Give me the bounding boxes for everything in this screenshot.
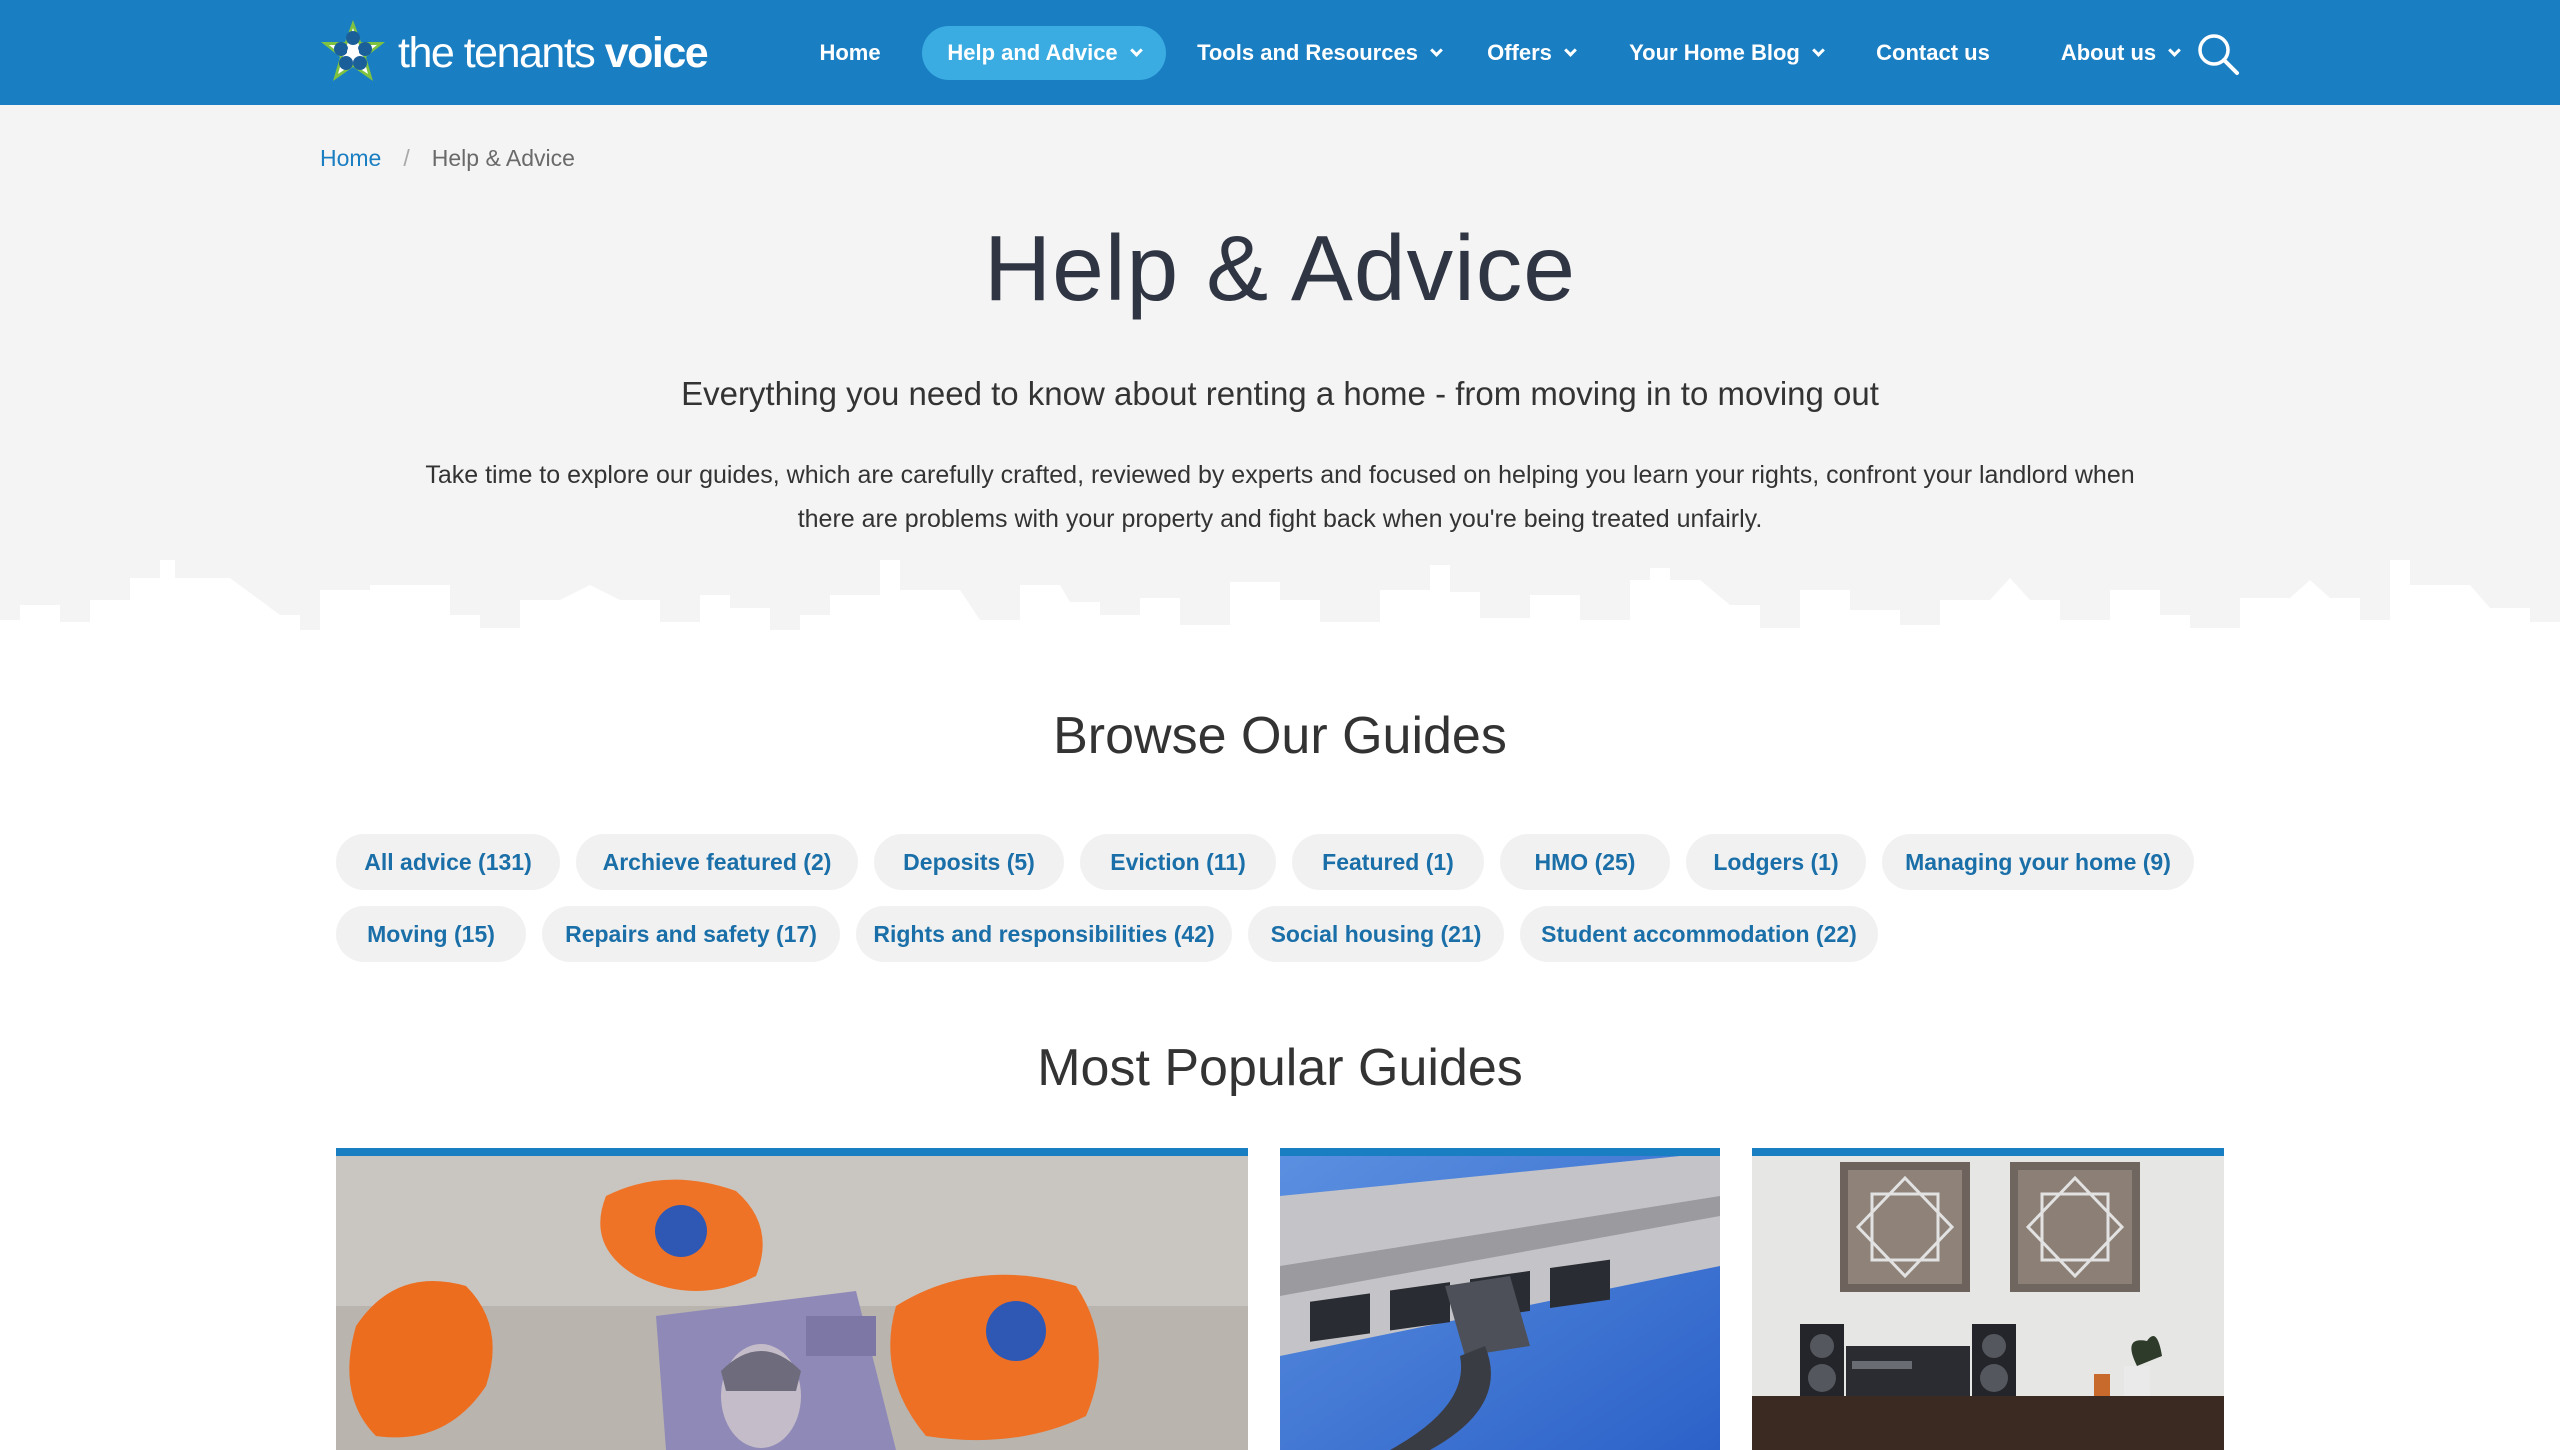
popular-guide-card-2[interactable] <box>1280 1148 1720 1450</box>
broken-piggy-bank-banknote-image <box>336 1156 1248 1450</box>
living-room-stereo-artwork-image <box>1752 1156 2224 1450</box>
breadcrumb: Home / Help & Advice <box>320 145 575 172</box>
browse-guides-heading: Browse Our Guides <box>1053 707 1507 765</box>
chevron-down-icon <box>2168 43 2182 57</box>
intro-paragraph: Take time to explore our guides, which a… <box>425 461 2135 533</box>
breadcrumb-current: Help & Advice <box>431 145 575 171</box>
category-chip-managing-your-home[interactable]: Managing your home (9) <box>1882 834 2194 890</box>
search-icon[interactable] <box>2196 32 2240 76</box>
category-chip-eviction[interactable]: Eviction (11) <box>1080 834 1276 890</box>
page-title: Help & Advice <box>984 216 1576 320</box>
category-chip-hmo[interactable]: HMO (25) <box>1500 834 1670 890</box>
nav-item-tools-and-resources[interactable]: Tools and Resources <box>1192 26 1446 80</box>
category-chip-archieve-featured[interactable]: Archieve featured (2) <box>576 834 858 890</box>
ethernet-cable-router-image <box>1280 1156 1720 1450</box>
nav-item-offers[interactable]: Offers <box>1476 26 1586 80</box>
chevron-down-icon <box>1811 43 1825 57</box>
nav-item-your-home-blog[interactable]: Your Home Blog <box>1622 26 1830 80</box>
breadcrumb-home-link[interactable]: Home <box>320 145 381 172</box>
site-logo[interactable]: the tenants voice <box>318 18 709 88</box>
nav-item-help-and-advice[interactable]: Help and Advice <box>922 26 1166 80</box>
category-chip-rights-and-responsibilities[interactable]: Rights and responsibilities (42) <box>856 906 1232 962</box>
category-chip-deposits[interactable]: Deposits (5) <box>874 834 1064 890</box>
logo-flower-icon <box>321 20 385 81</box>
chevron-down-icon <box>1430 43 1443 57</box>
nav-item-home[interactable]: Home <box>800 26 900 80</box>
hero-section: Home / Help & Advice Help & Advice Every… <box>0 105 2560 710</box>
category-chip-student-accommodation[interactable]: Student accommodation (22) <box>1520 906 1878 962</box>
page-subtitle: Everything you need to know about rentin… <box>681 375 1879 412</box>
category-chip-lodgers[interactable]: Lodgers (1) <box>1686 834 1866 890</box>
chevron-down-icon <box>1564 43 1577 57</box>
breadcrumb-separator: / <box>403 145 410 171</box>
category-chip-repairs-and-safety[interactable]: Repairs and safety (17) <box>542 906 840 962</box>
top-navigation-bar: the tenants voice Home Help and Advice T… <box>0 0 2560 105</box>
chevron-down-icon <box>1129 43 1143 57</box>
category-chip-featured[interactable]: Featured (1) <box>1292 834 1484 890</box>
house-skyline-decoration <box>0 560 2560 710</box>
category-chip-all-advice[interactable]: All advice (131) <box>336 834 560 890</box>
nav-item-contact-us[interactable]: Contact us <box>1866 26 2000 80</box>
category-chip-social-housing[interactable]: Social housing (21) <box>1248 906 1504 962</box>
popular-guide-card-3[interactable] <box>1752 1148 2224 1450</box>
logo-wordmark: the tenants voice <box>398 28 709 77</box>
most-popular-guides-heading: Most Popular Guides <box>1037 1039 1523 1097</box>
popular-guide-card-1[interactable] <box>336 1148 1248 1450</box>
category-chip-moving[interactable]: Moving (15) <box>336 906 526 962</box>
nav-item-about-us[interactable]: About us <box>2050 26 2190 80</box>
